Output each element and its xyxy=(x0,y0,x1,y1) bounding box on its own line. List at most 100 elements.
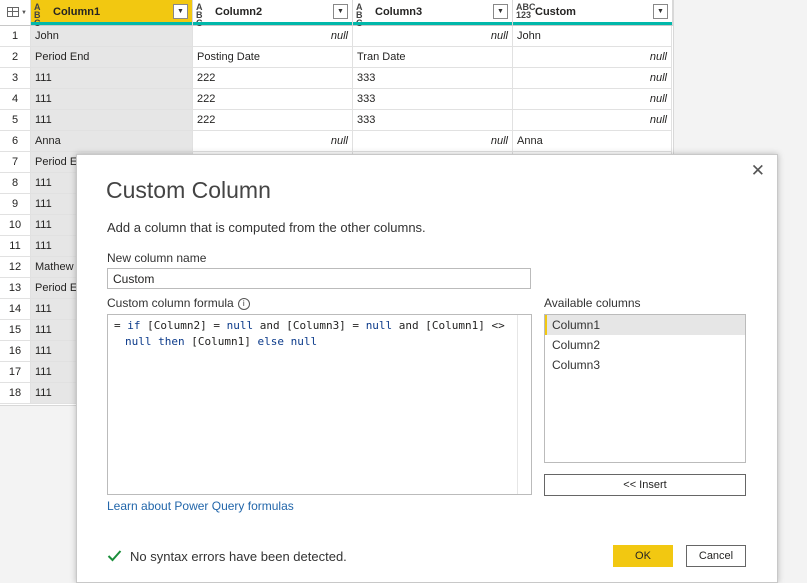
formula-line-1: = if [Column2] = null and [Column3] = nu… xyxy=(114,318,517,334)
available-columns-list: Column1 Column2 Column3 xyxy=(544,314,746,463)
table-cell[interactable]: null xyxy=(513,89,672,110)
column-header-4[interactable]: ABC 123 Custom ▼ xyxy=(513,0,673,26)
column-quality-bar xyxy=(31,22,192,25)
chevron-down-icon: ▼ xyxy=(21,10,27,16)
cancel-button[interactable]: Cancel xyxy=(686,545,746,567)
custom-column-dialog: ✕ Custom Column Add a column that is com… xyxy=(76,154,778,583)
formula-token xyxy=(284,335,291,348)
column-header-name: Column2 xyxy=(215,6,263,18)
filter-dropdown-icon[interactable]: ▼ xyxy=(653,4,668,19)
filter-dropdown-icon[interactable]: ▼ xyxy=(493,4,508,19)
row-number: 7 xyxy=(0,152,31,173)
column-header-name: Column1 xyxy=(53,6,101,18)
table-row: 1 John null null John xyxy=(0,26,672,47)
new-column-name-label: New column name xyxy=(107,251,207,265)
table-cell[interactable]: 111 xyxy=(31,89,193,110)
syntax-status: No syntax errors have been detected. xyxy=(130,549,347,564)
column-header-2[interactable]: ABCColumn2▼ xyxy=(193,0,353,28)
available-columns-label: Available columns xyxy=(544,296,641,310)
filter-dropdown-icon[interactable]: ▼ xyxy=(173,4,188,19)
table-cell[interactable]: Anna xyxy=(513,131,672,152)
formula-keyword: null xyxy=(226,319,254,332)
new-column-name-input[interactable] xyxy=(107,268,531,289)
row-number: 9 xyxy=(0,194,31,215)
formula-token: and [Column1] <> xyxy=(392,319,505,332)
table-cell[interactable]: 111 xyxy=(31,110,193,131)
ok-button[interactable]: OK xyxy=(613,545,673,567)
filter-dropdown-icon[interactable]: ▼ xyxy=(333,4,348,19)
formula-keyword: null xyxy=(365,319,393,332)
available-column-item[interactable]: Column1 xyxy=(545,315,745,335)
formula-token: [Column1] xyxy=(184,335,258,348)
table-cell[interactable]: 333 xyxy=(353,68,513,89)
column-quality-bar xyxy=(353,22,512,25)
row-number: 3 xyxy=(0,68,31,89)
type-icon[interactable]: ABC 123 xyxy=(516,3,536,20)
formula-label-row: Custom column formula i xyxy=(107,296,250,310)
table-row: 5 111 222 333 null xyxy=(0,110,672,131)
formula-line-2: null then [Column1] else null xyxy=(114,334,517,350)
row-number: 13 xyxy=(0,278,31,299)
row-number: 15 xyxy=(0,320,31,341)
table-cell[interactable]: 333 xyxy=(353,89,513,110)
table-row: 4 111 222 333 null xyxy=(0,89,672,110)
table-cell[interactable]: 111 xyxy=(31,68,193,89)
table-cell[interactable]: null xyxy=(193,26,353,47)
column-quality-bar xyxy=(513,22,672,25)
info-icon[interactable]: i xyxy=(237,298,250,310)
table-cell[interactable]: 333 xyxy=(353,110,513,131)
table-cell[interactable]: null xyxy=(353,131,513,152)
table-cell[interactable]: 222 xyxy=(193,68,353,89)
formula-token: = xyxy=(114,319,128,332)
table-cell[interactable]: John xyxy=(513,26,672,47)
table-row: 2 Period End Posting Date Tran Date null xyxy=(0,47,672,68)
dialog-title: Custom Column xyxy=(106,177,271,203)
close-icon[interactable]: ✕ xyxy=(751,161,765,181)
row-number: 6 xyxy=(0,131,31,152)
row-number: 12 xyxy=(0,257,31,278)
available-column-item[interactable]: Column2 xyxy=(545,335,745,355)
row-number: 10 xyxy=(0,215,31,236)
table-cell[interactable]: Period End xyxy=(31,47,193,68)
formula-label: Custom column formula xyxy=(107,296,234,310)
table-cell[interactable]: Anna xyxy=(31,131,193,152)
editor-scrollbar[interactable] xyxy=(517,315,531,494)
row-number: 18 xyxy=(0,383,31,404)
formula-keyword: null xyxy=(290,335,318,348)
table-cell[interactable]: John xyxy=(31,26,193,47)
table-cell[interactable]: 222 xyxy=(193,110,353,131)
insert-button[interactable]: << Insert xyxy=(544,474,746,496)
table-row: 3 111 222 333 null xyxy=(0,68,672,89)
table-cell[interactable]: Posting Date xyxy=(193,47,353,68)
formula-editor[interactable]: = if [Column2] = null and [Column3] = nu… xyxy=(107,314,532,495)
checkmark-icon xyxy=(107,550,122,562)
row-number: 17 xyxy=(0,362,31,383)
learn-formulas-link[interactable]: Learn about Power Query formulas xyxy=(107,499,294,513)
table-icon xyxy=(7,7,19,17)
table-cell[interactable]: null xyxy=(353,26,513,47)
formula-keyword: if xyxy=(127,319,141,332)
dialog-description: Add a column that is computed from the o… xyxy=(107,220,426,235)
table-cell[interactable]: Tran Date xyxy=(353,47,513,68)
row-number: 11 xyxy=(0,236,31,257)
column-header-3[interactable]: ABCColumn3▼ xyxy=(353,0,513,28)
table-cell[interactable]: null xyxy=(193,131,353,152)
row-number: 14 xyxy=(0,299,31,320)
table-cell[interactable]: null xyxy=(513,110,672,131)
table-menu-button[interactable]: ▼ xyxy=(0,0,31,26)
table-row: 6 Anna null null Anna xyxy=(0,131,672,152)
column-header-1[interactable]: ABCColumn1▼ xyxy=(31,0,193,28)
row-number: 4 xyxy=(0,89,31,110)
row-number: 2 xyxy=(0,47,31,68)
column-header-name: Custom xyxy=(535,6,576,18)
table-cell[interactable]: null xyxy=(513,47,672,68)
row-number: 8 xyxy=(0,173,31,194)
available-column-item[interactable]: Column3 xyxy=(545,355,745,375)
formula-keyword: null xyxy=(125,335,152,348)
formula-token: [Column2] = xyxy=(140,319,227,332)
table-cell[interactable]: 222 xyxy=(193,89,353,110)
row-number: 5 xyxy=(0,110,31,131)
row-number: 1 xyxy=(0,26,31,47)
table-cell[interactable]: null xyxy=(513,68,672,89)
formula-keyword: then xyxy=(151,335,185,348)
